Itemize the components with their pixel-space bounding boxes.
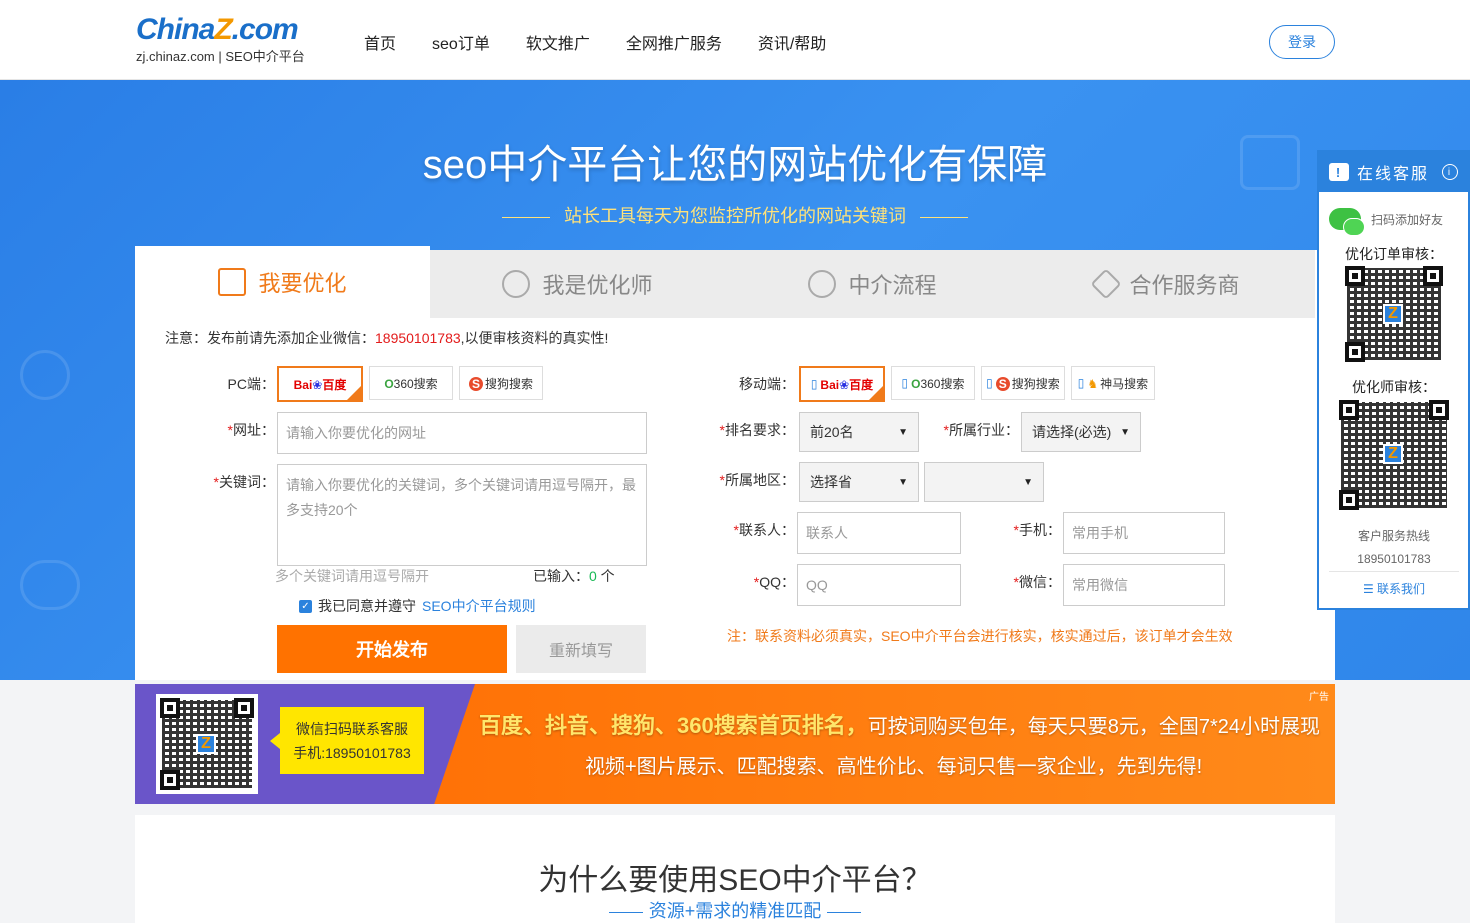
keyword-textarea[interactable]: 请输入你要优化的关键词，多个关键词请用逗号隔开，最多支持20个	[277, 464, 647, 566]
handshake-icon	[1090, 268, 1123, 300]
order-form-panel: 我要优化 我是优化师 中介流程 合作服务商 注意：发布前请先添加企业微信：189…	[135, 246, 1335, 680]
keyword-label: *关键词：	[213, 474, 275, 490]
hotline-number: 18950101783	[1357, 552, 1431, 566]
ad-subline: 视频+图片展示、匹配搜索、高性价比、每词只售一家企业，先到先得!	[585, 756, 1203, 778]
industry-label: *所属行业：	[943, 422, 1019, 438]
user-search-icon	[502, 270, 531, 298]
user-card-icon	[218, 268, 247, 296]
site-logo[interactable]: ChinaZ.com zj.chinaz.com | SEO中介平台	[136, 14, 305, 65]
region-label: *所属地区：	[719, 472, 795, 488]
service-header[interactable]: ! 在线客服 i	[1319, 152, 1468, 192]
why-section: 为什么要使用SEO中介平台？ 资源+需求的精准匹配	[135, 815, 1335, 923]
engine-sogou-pc[interactable]: S 搜狗搜索	[459, 366, 543, 400]
notice-text: 注意：发布前请先添加企业微信：18950101783,以便审核资料的真实性!	[165, 330, 609, 346]
mobile-label: 移动端：	[739, 376, 795, 392]
why-title: 为什么要使用SEO中介平台？	[538, 864, 932, 897]
tab-optimize[interactable]: 我要优化	[135, 246, 430, 318]
engine-360-pc[interactable]: O360搜索	[369, 366, 453, 400]
tab-process[interactable]: 中介流程	[725, 250, 1020, 318]
chat-bubble-icon	[20, 560, 80, 610]
alert-icon: !	[1329, 163, 1349, 181]
nav-item-seo-orders[interactable]: seo订单	[432, 30, 490, 54]
order-review-qr: Z	[1343, 264, 1445, 364]
tab-optimizer[interactable]: 我是优化师	[430, 250, 725, 318]
phone-input[interactable]: 常用手机	[1063, 512, 1225, 554]
url-input[interactable]: 请输入你要优化的网址	[277, 412, 647, 454]
reset-button[interactable]: 重新填写	[516, 625, 646, 673]
nav-item-news-help[interactable]: 资讯/帮助	[758, 30, 826, 54]
wechat-label: *微信：	[1013, 574, 1061, 590]
engine-baidu-pc[interactable]: Bai❀百度	[277, 366, 363, 402]
main-nav: 首页 seo订单 软文推广 全网推广服务 资讯/帮助	[364, 30, 826, 54]
ad-service-box: 微信扫码联系客服 手机:18950101783	[270, 707, 424, 774]
url-label: *网址：	[227, 422, 275, 438]
pc-label: PC端：	[227, 376, 275, 392]
province-select[interactable]: 选择省 ▼	[799, 462, 919, 502]
nav-item-promotion[interactable]: 全网推广服务	[626, 30, 722, 54]
ad-headline: 百度、抖音、搜狗、360搜索首页排名，可按词购买包年，每天只要8元，全国7*24…	[479, 713, 1320, 738]
tab-partners[interactable]: 合作服务商	[1020, 250, 1315, 318]
hero-title: seo中介平台让您的网站优化有保障	[422, 143, 1048, 187]
optimizer-review-qr: Z	[1337, 398, 1451, 512]
agree-row: ✓ 我已同意并遵守 SEO中介平台规则	[299, 596, 536, 616]
nav-item-home[interactable]: 首页	[364, 30, 396, 54]
info-icon[interactable]: i	[1442, 164, 1458, 180]
ad-tag: 广告	[1309, 692, 1329, 703]
logo-subtitle: zj.chinaz.com | SEO中介平台	[136, 49, 305, 64]
wechat-input[interactable]: 常用微信	[1063, 564, 1225, 606]
engine-sogou-mobile[interactable]: ▯ S 搜狗搜索	[981, 366, 1065, 400]
contact-us-link[interactable]: ☰ 联系我们	[1319, 580, 1469, 597]
industry-select[interactable]: 请选择(必选) ▼	[1021, 412, 1141, 452]
qq-input[interactable]: QQ	[797, 564, 961, 606]
wechat-icon	[1329, 208, 1365, 236]
optimizer-review-label: 优化师审核：	[1352, 379, 1436, 395]
flow-icon	[808, 270, 837, 298]
rank-label: *排名要求：	[719, 422, 795, 438]
hotline-label: 客户服务热线	[1357, 529, 1430, 543]
hero-subtitle: 站长工具每天为您监控所优化的网站关键词	[0, 202, 1470, 228]
contact-input[interactable]: 联系人	[797, 512, 961, 554]
city-select[interactable]: ▼	[924, 462, 1044, 502]
phone-label: *手机：	[1013, 522, 1061, 538]
list-icon: ☰	[1362, 582, 1378, 596]
search-icon	[20, 350, 70, 400]
why-subtitle: 资源+需求的精准匹配	[135, 897, 1335, 923]
order-review-label: 优化订单审核：	[1345, 246, 1443, 262]
contact-label: *联系人：	[733, 522, 795, 538]
contact-note: 注：联系资料必须真实，SEO中介平台会进行核实，核实通过后，该订单才会生效	[727, 628, 1233, 644]
agree-checkbox[interactable]: ✓	[299, 599, 312, 613]
ad-banner[interactable]: Z 微信扫码联系客服 手机:18950101783 广告 百度、抖音、搜狗、36…	[135, 684, 1335, 804]
engine-shenma-mobile[interactable]: ▯ ♞ 神马搜索	[1071, 366, 1155, 400]
publish-button[interactable]: 开始发布	[277, 625, 507, 673]
keyword-count: 已输入：0 个	[533, 568, 615, 584]
nav-item-articles[interactable]: 软文推广	[526, 30, 590, 54]
rules-link[interactable]: SEO中介平台规则	[422, 596, 536, 616]
login-button[interactable]: 登录	[1269, 25, 1335, 59]
engine-360-mobile[interactable]: ▯ O360搜索	[891, 366, 975, 400]
rank-select[interactable]: 前20名 ▼	[799, 412, 919, 452]
logo-wordmark: ChinaZ.com	[136, 13, 299, 46]
qq-label: *QQ：	[753, 574, 795, 590]
keyword-hint: 多个关键词请用逗号隔开	[275, 568, 429, 584]
wechat-add: 扫码添加好友	[1329, 208, 1443, 236]
engine-baidu-mobile[interactable]: ▯ Bai❀百度	[799, 366, 885, 402]
panel-tabs: 我要优化 我是优化师 中介流程 合作服务商	[135, 246, 1315, 318]
ad-qr-code: Z	[156, 694, 258, 794]
online-service-widget: ! 在线客服 i 扫码添加好友 优化订单审核： Z 优化师审核： Z 客户服务热…	[1317, 150, 1470, 610]
top-header: ChinaZ.com zj.chinaz.com | SEO中介平台 首页 se…	[0, 0, 1470, 80]
